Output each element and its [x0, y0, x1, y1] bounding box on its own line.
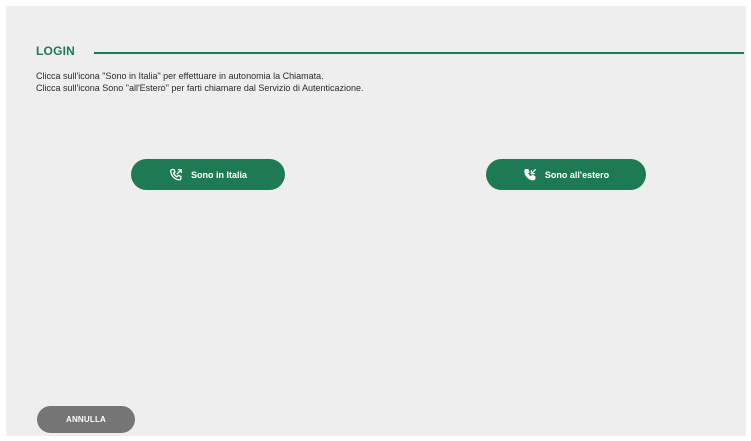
login-title: LOGIN — [36, 44, 75, 58]
instructions: Clicca sull'icona "Sono in Italia" per e… — [36, 70, 364, 94]
sono-all-estero-button[interactable]: Sono all'estero — [486, 159, 646, 190]
sono-in-italia-label: Sono in Italia — [190, 169, 247, 180]
annulla-button[interactable]: ANNULLA — [37, 406, 135, 433]
instruction-line-1: Clicca sull'icona "Sono in Italia" per e… — [36, 71, 324, 81]
login-header: LOGIN — [36, 44, 744, 62]
sono-in-italia-button[interactable]: Sono in Italia — [131, 159, 285, 190]
header-divider — [94, 52, 744, 54]
phone-incoming-icon — [523, 168, 537, 182]
phone-outgoing-icon — [169, 168, 183, 182]
sono-all-estero-label: Sono all'estero — [544, 169, 610, 180]
instruction-line-2: Clicca sull'icona Sono "all'Estero" per … — [36, 83, 364, 93]
